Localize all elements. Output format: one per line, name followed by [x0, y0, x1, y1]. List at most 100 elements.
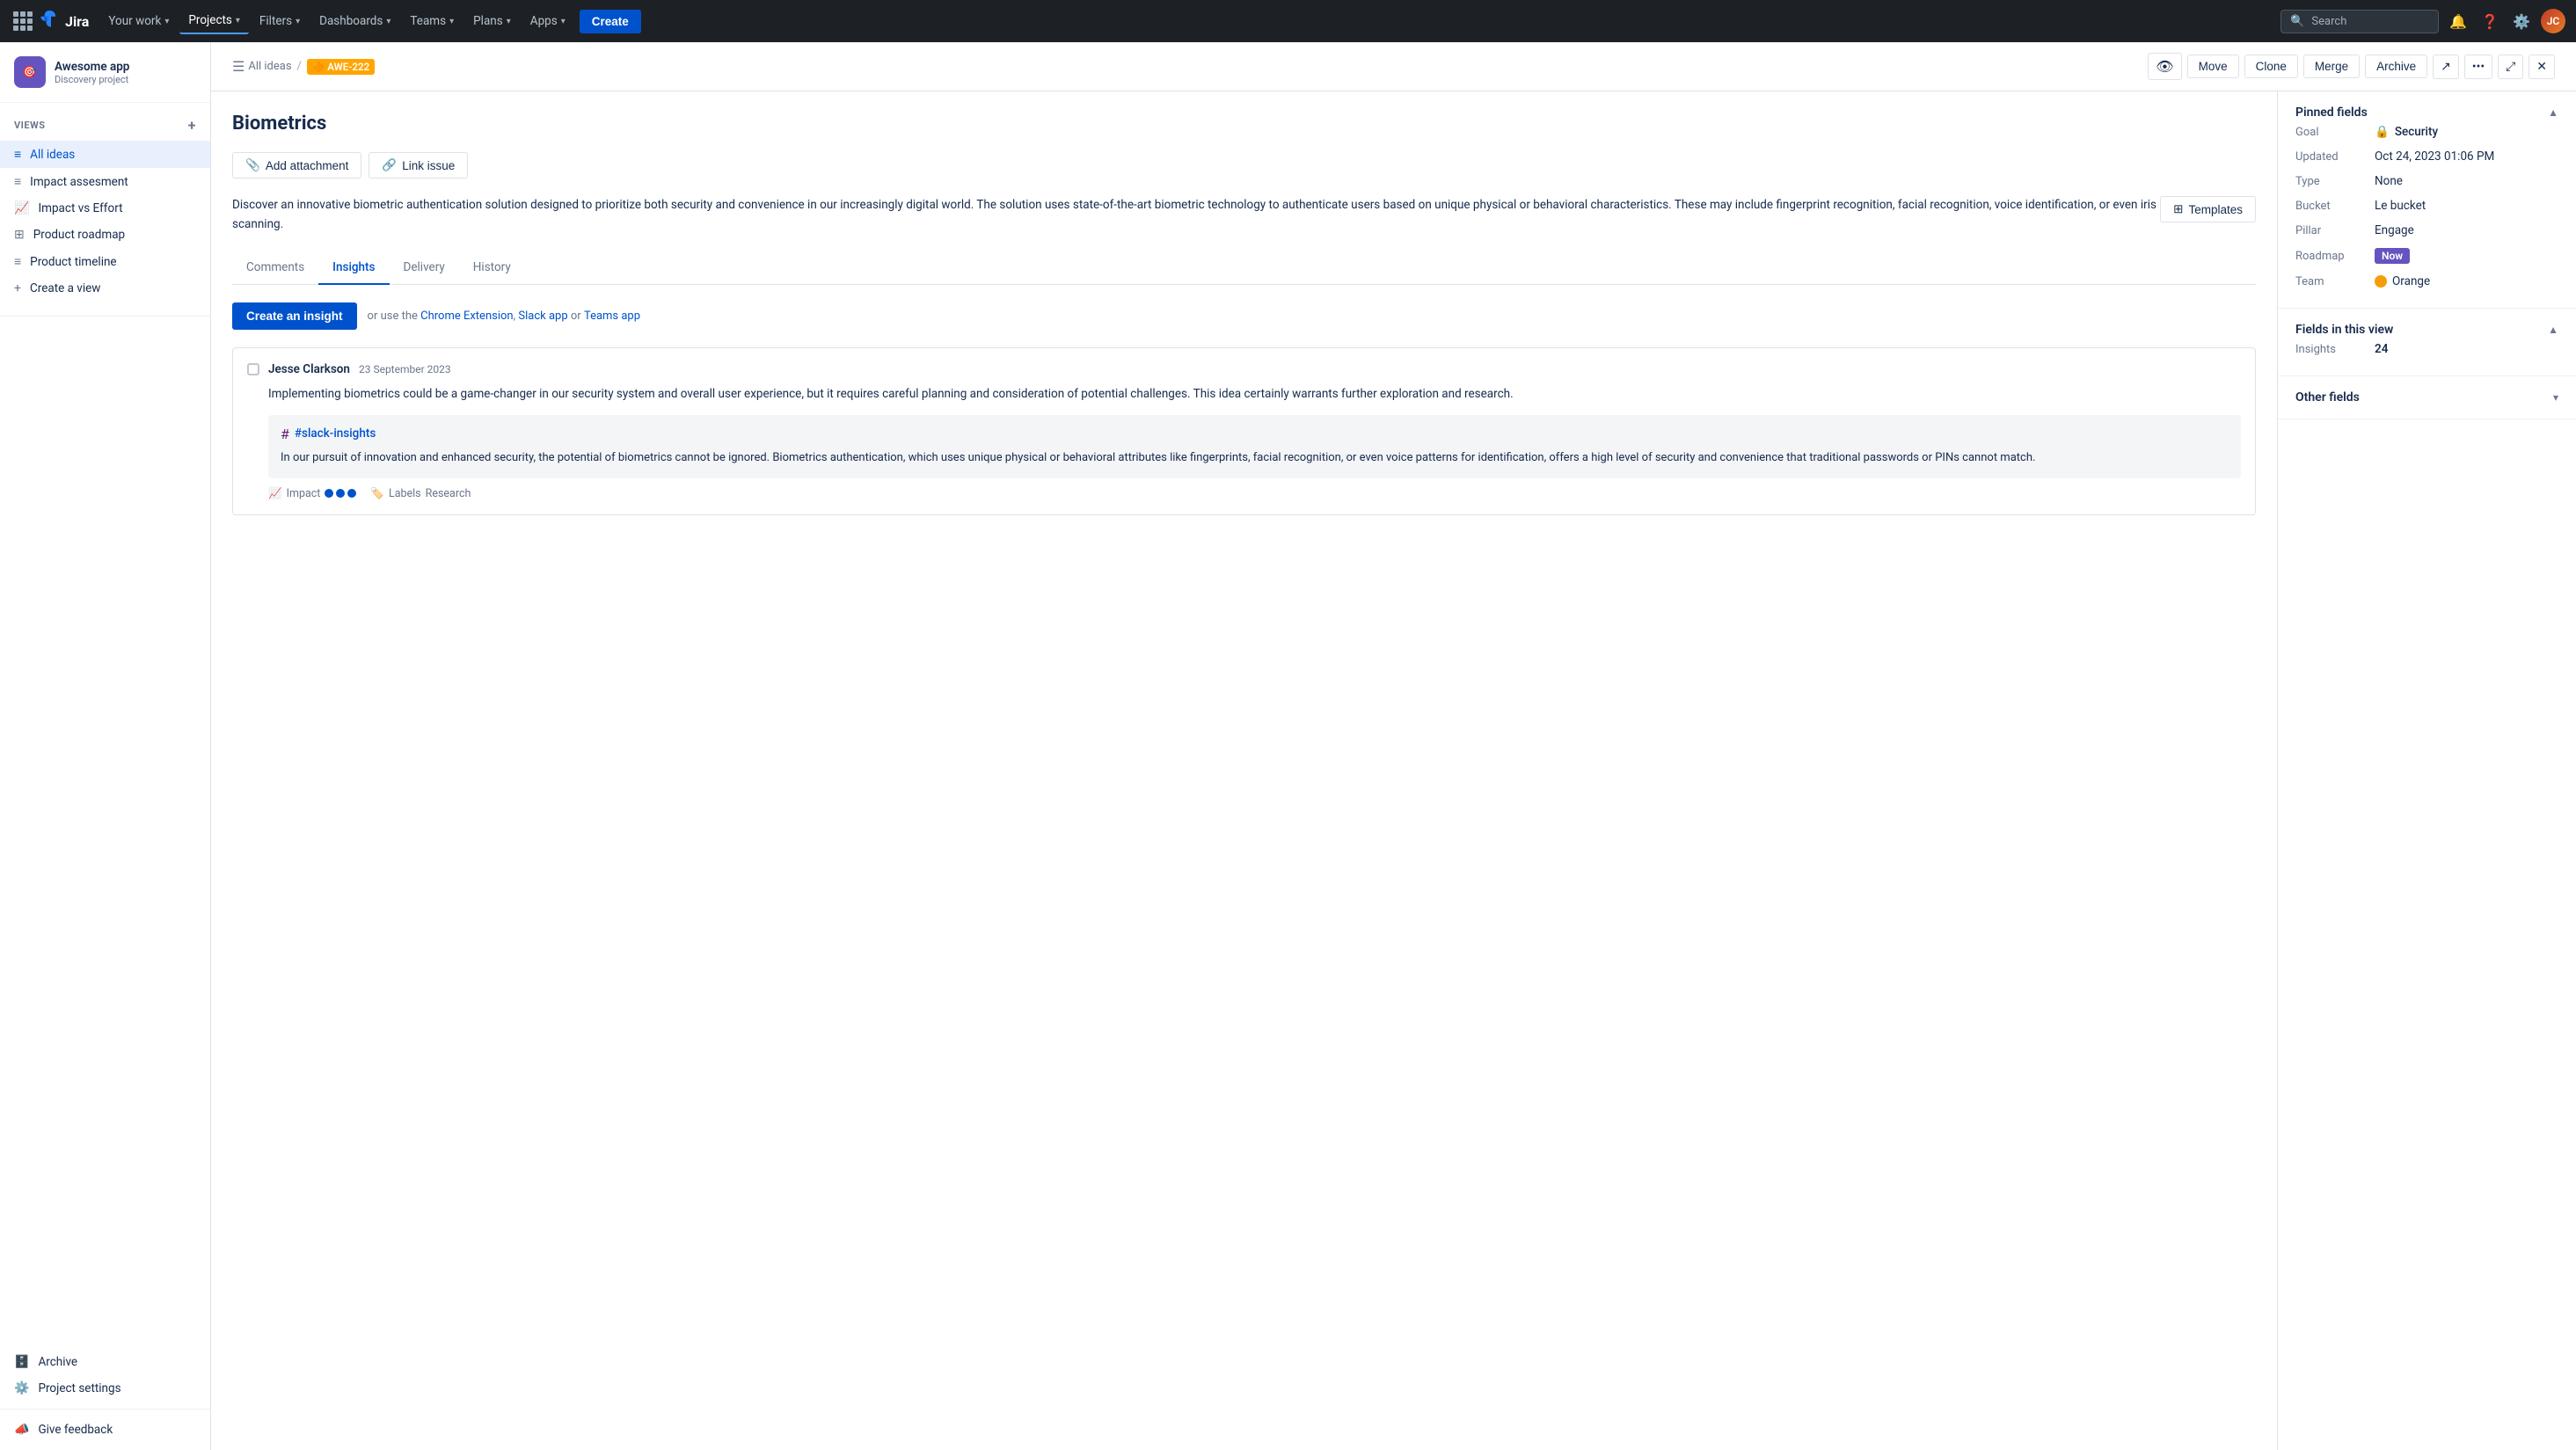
- impact-tag: 📈 Impact: [268, 487, 356, 500]
- sidebar-divider-2: [0, 1409, 210, 1410]
- share-button[interactable]: ↗: [2433, 55, 2459, 79]
- insight-date: 23 September 2023: [359, 363, 451, 375]
- slack-channel-link[interactable]: #slack-insights: [295, 426, 376, 441]
- breadcrumb: ☰ All ideas / 🔶 AWE-222: [232, 58, 375, 75]
- settings-icon[interactable]: ⚙️: [2509, 10, 2534, 33]
- expand-button[interactable]: ⤢: [2498, 55, 2523, 79]
- insight-checkbox[interactable]: [247, 363, 259, 375]
- sidebar-item-impact-assessment[interactable]: ≡ Impact assesment: [0, 168, 210, 195]
- type-label: Type: [2295, 175, 2375, 188]
- breadcrumb-separator: /: [297, 60, 302, 73]
- slack-app-link[interactable]: Slack app: [518, 310, 567, 323]
- notifications-icon[interactable]: 🔔: [2446, 10, 2470, 33]
- nav-your-work[interactable]: Your work ▾: [99, 9, 178, 33]
- nav-apps[interactable]: Apps ▾: [522, 9, 574, 33]
- clone-button[interactable]: Clone: [2244, 55, 2298, 78]
- chevron-up-icon: ▲: [2548, 106, 2558, 119]
- insights-count: 24: [2375, 342, 2388, 356]
- list-icon: ≡: [14, 147, 21, 162]
- top-navigation: Jira Your work ▾ Projects ▾ Filters ▾ Da…: [0, 0, 2576, 42]
- pillar-value: Engage: [2375, 223, 2414, 237]
- sidebar-item-product-roadmap[interactable]: ⊞ Product roadmap: [0, 222, 210, 248]
- more-options-button[interactable]: •••: [2464, 55, 2492, 79]
- nav-teams[interactable]: Teams ▾: [401, 9, 463, 33]
- sidebar-item-feedback[interactable]: 📣 Give feedback: [0, 1417, 210, 1443]
- sidebar-item-label: Impact vs Effort: [38, 201, 122, 215]
- chart-icon: 📈: [14, 201, 29, 215]
- create-button[interactable]: Create: [580, 10, 641, 33]
- close-icon: ✕: [2536, 60, 2547, 74]
- help-icon[interactable]: ❓: [2477, 10, 2502, 33]
- project-header[interactable]: 🎯 Awesome app Discovery project: [0, 42, 210, 103]
- watch-button[interactable]: 👁: [2148, 53, 2181, 80]
- user-avatar[interactable]: JC: [2541, 9, 2565, 33]
- roadmap-badge: Now: [2375, 248, 2410, 264]
- grid-icon: ⊞: [14, 228, 25, 242]
- jira-logo[interactable]: Jira: [39, 11, 89, 32]
- create-insight-button[interactable]: Create an insight: [232, 302, 357, 330]
- sidebar-item-label: Archive: [38, 1355, 77, 1369]
- svg-text:🎯: 🎯: [23, 65, 37, 79]
- sidebar-item-all-ideas[interactable]: ≡ All ideas: [0, 141, 210, 168]
- merge-button[interactable]: Merge: [2303, 55, 2360, 78]
- tab-insights[interactable]: Insights: [318, 251, 389, 285]
- insight-source: # #slack-insights In our pursuit of inno…: [268, 415, 2241, 478]
- fields-in-view-header[interactable]: Fields in this view ▲: [2295, 323, 2558, 337]
- search-placeholder: Search: [2311, 15, 2346, 28]
- project-icon: 🎯: [14, 56, 46, 88]
- or-text: or use the Chrome Extension, Slack app o…: [368, 310, 641, 323]
- chevron-down-icon: ▾: [296, 17, 300, 26]
- issue-title: Biometrics: [232, 113, 2256, 135]
- link-issue-button[interactable]: 🔗 Link issue: [369, 152, 468, 179]
- field-row-insights: Insights 24: [2295, 337, 2558, 361]
- chrome-extension-link[interactable]: Chrome Extension: [420, 310, 513, 323]
- goal-value: 🔒 Security: [2375, 125, 2438, 139]
- pillar-label: Pillar: [2295, 224, 2375, 237]
- bucket-label: Bucket: [2295, 200, 2375, 213]
- archive-button[interactable]: Archive: [2365, 55, 2427, 78]
- nav-dashboards[interactable]: Dashboards ▾: [310, 9, 399, 33]
- fields-in-view-title: Fields in this view: [2295, 323, 2393, 337]
- tab-history[interactable]: History: [459, 251, 525, 285]
- eye-icon: 👁: [2156, 58, 2173, 75]
- search-box[interactable]: 🔍 Search: [2280, 10, 2439, 33]
- chevron-down-icon: ▾: [386, 17, 390, 26]
- add-view-icon[interactable]: +: [188, 117, 196, 134]
- issue-description: Discover an innovative biometric authent…: [232, 196, 2256, 234]
- tab-delivery[interactable]: Delivery: [390, 251, 459, 285]
- detail-sidebar: Pinned fields ▲ Goal 🔒 Security Updated …: [2277, 91, 2576, 1450]
- insights-header: Create an insight or use the Chrome Exte…: [232, 302, 2256, 330]
- link-icon: 🔗: [382, 158, 397, 172]
- impact-icon: 📈: [268, 487, 282, 500]
- list-icon: ≡: [14, 174, 21, 189]
- updated-label: Updated: [2295, 150, 2375, 164]
- more-icon: •••: [2472, 60, 2485, 74]
- logo-text: Jira: [65, 13, 89, 30]
- detail-main-area: Biometrics 📎 Add attachment 🔗 Link issue…: [211, 91, 2277, 1450]
- detail-body: Biometrics 📎 Add attachment 🔗 Link issue…: [211, 91, 2576, 1450]
- nav-plans[interactable]: Plans ▾: [464, 9, 520, 33]
- fields-in-view-section: Fields in this view ▲ Insights 24: [2278, 309, 2576, 376]
- app-grid-icon[interactable]: [11, 9, 35, 33]
- pinned-fields-header[interactable]: Pinned fields ▲: [2295, 106, 2558, 120]
- sidebar-item-impact-effort[interactable]: 📈 Impact vs Effort: [0, 195, 210, 222]
- nav-filters[interactable]: Filters ▾: [251, 9, 309, 33]
- other-fields-header[interactable]: Other fields ▾: [2295, 390, 2558, 404]
- timeline-icon: ≡: [14, 254, 21, 269]
- sidebar-item-archive[interactable]: 🗄️ Archive: [0, 1349, 210, 1375]
- roadmap-label: Roadmap: [2295, 250, 2375, 263]
- sidebar-item-create-view[interactable]: + Create a view: [0, 275, 210, 302]
- bucket-value: Le bucket: [2375, 199, 2426, 213]
- sidebar-item-project-settings[interactable]: ⚙️ Project settings: [0, 1375, 210, 1402]
- breadcrumb-all-ideas[interactable]: ☰ All ideas: [232, 58, 292, 75]
- templates-button[interactable]: ⊞ Templates: [2160, 196, 2256, 222]
- insights-label: Insights: [2295, 343, 2375, 356]
- sidebar-item-product-timeline[interactable]: ≡ Product timeline: [0, 248, 210, 275]
- close-button[interactable]: ✕: [2529, 55, 2555, 79]
- sidebar-bottom: 🗄️ Archive ⚙️ Project settings 📣 Give fe…: [0, 1349, 210, 1450]
- add-attachment-button[interactable]: 📎 Add attachment: [232, 152, 361, 179]
- tab-comments[interactable]: Comments: [232, 251, 318, 285]
- nav-projects[interactable]: Projects ▾: [179, 8, 249, 34]
- move-button[interactable]: Move: [2187, 55, 2239, 78]
- teams-app-link[interactable]: Teams app: [584, 310, 640, 323]
